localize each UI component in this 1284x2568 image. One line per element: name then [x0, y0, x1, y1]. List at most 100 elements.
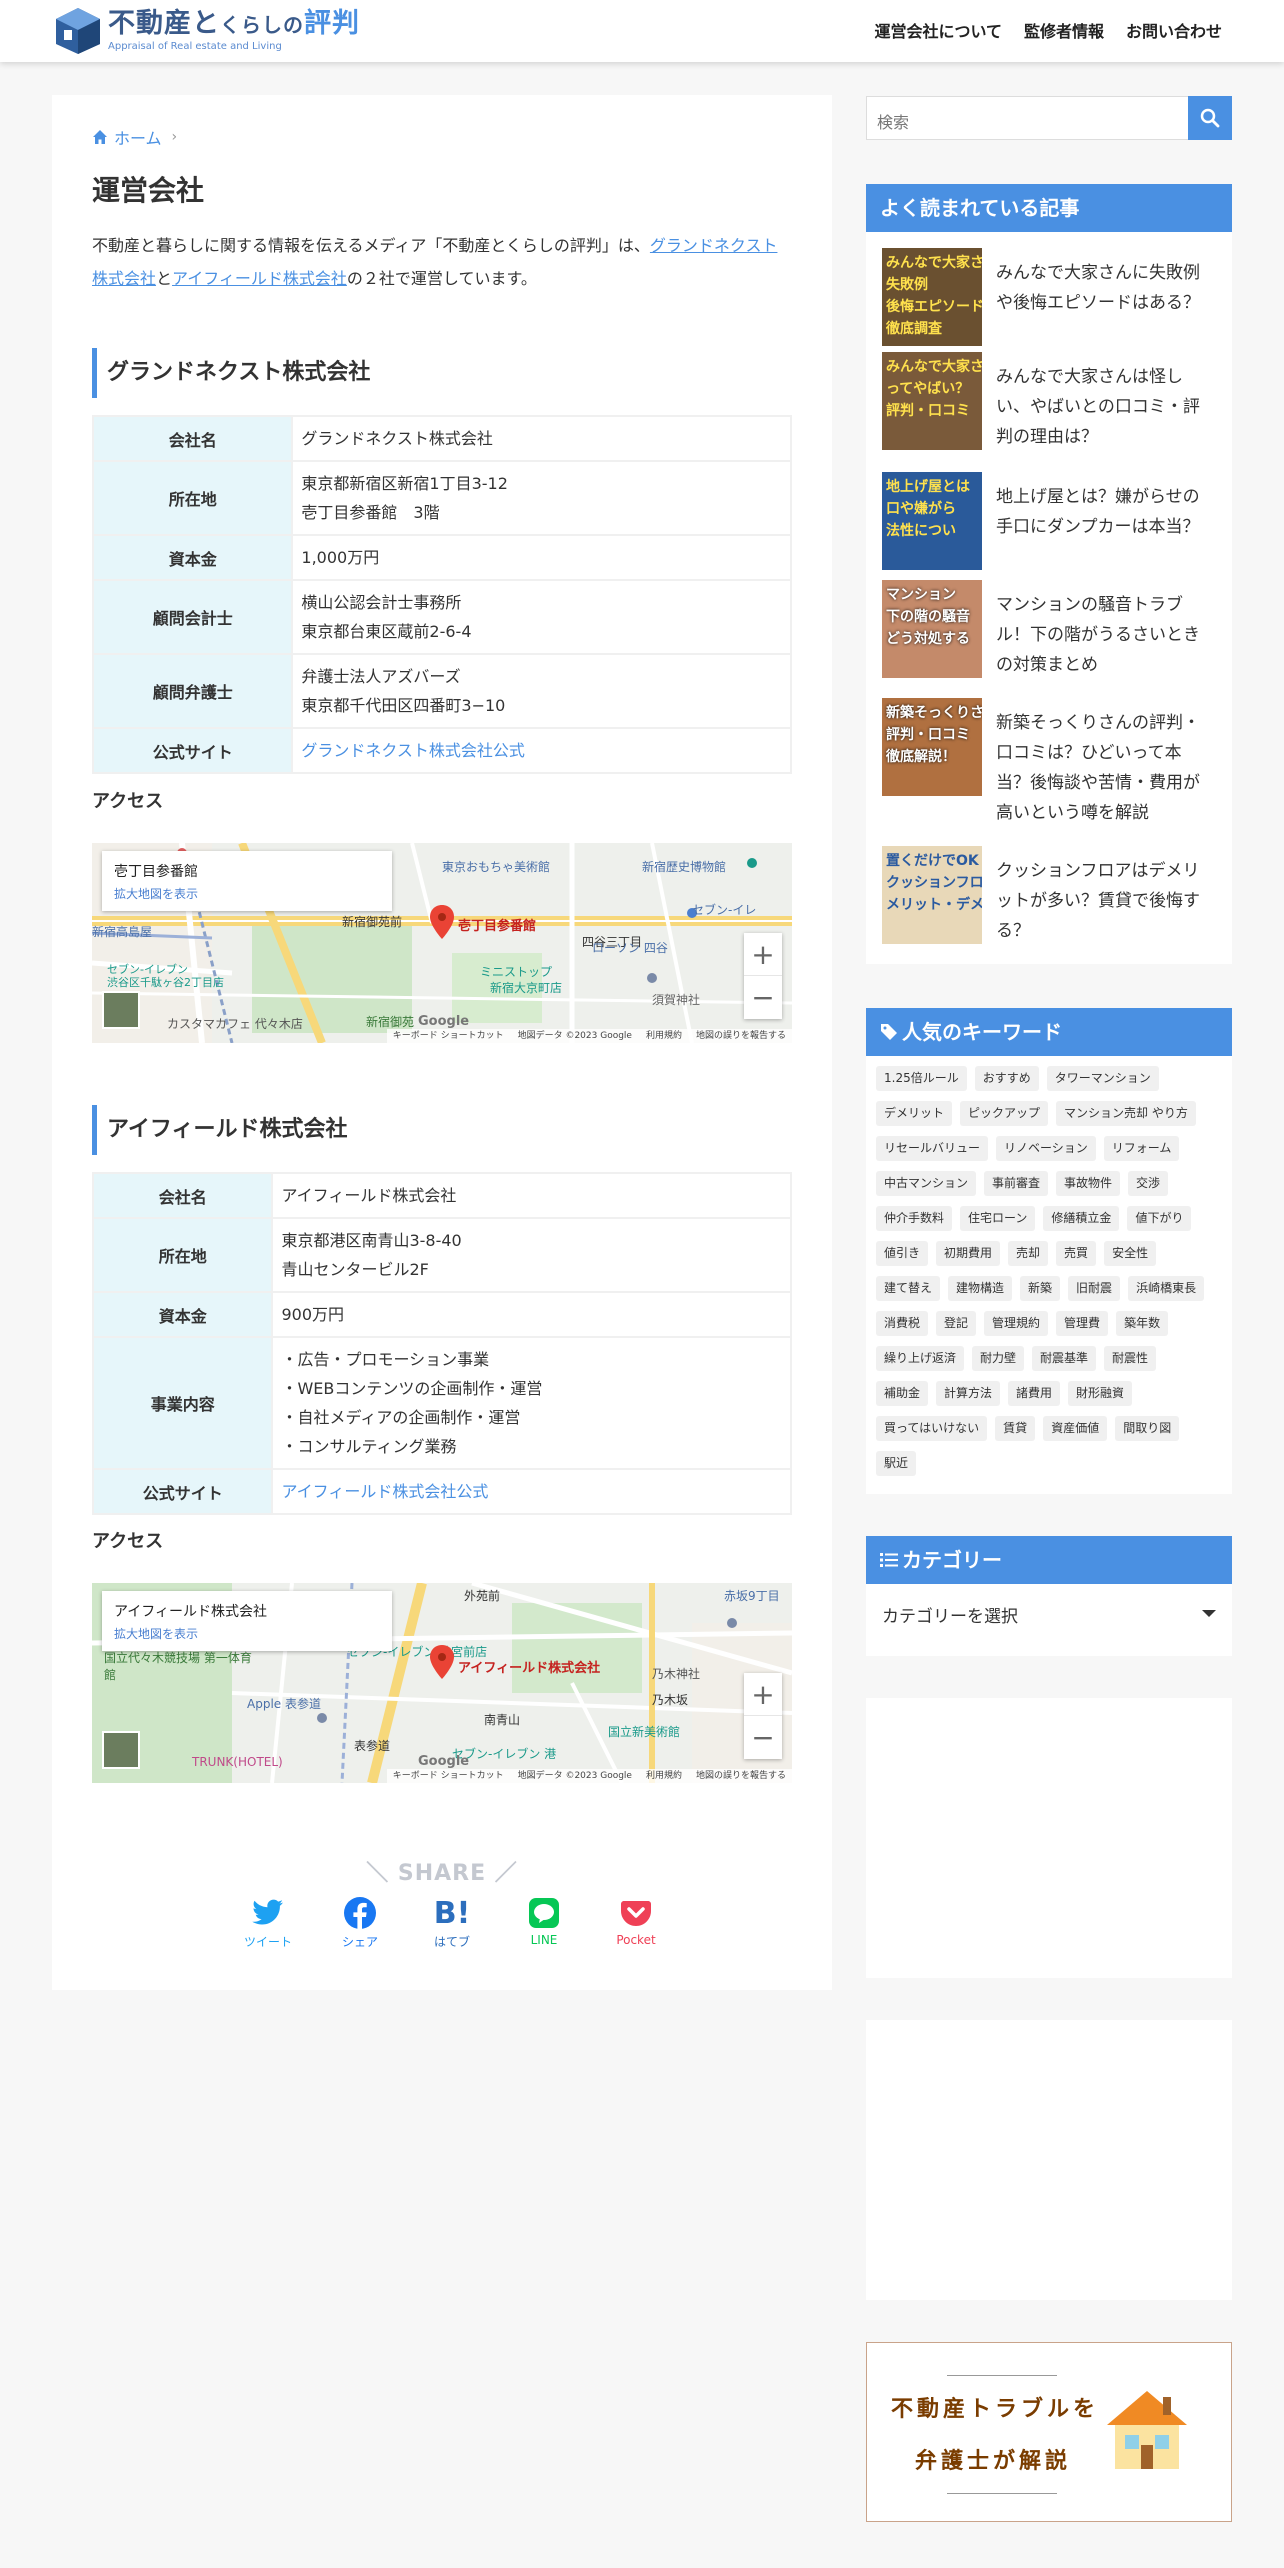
- keyword-tag[interactable]: マンション売却 やり方: [1056, 1101, 1196, 1126]
- keyword-tag[interactable]: リフォーム: [1103, 1136, 1180, 1161]
- map-label: カスタマカフェ 代々木店: [167, 1017, 303, 1031]
- keyword-tag[interactable]: 管理費: [1056, 1311, 1109, 1336]
- keyword-tag[interactable]: リノベーション: [996, 1136, 1096, 1161]
- keyword-tag[interactable]: ピックアップ: [960, 1101, 1049, 1126]
- keyword-tag[interactable]: 交渉: [1128, 1171, 1169, 1196]
- map-pin-icon[interactable]: [430, 1645, 454, 1679]
- main-content: ホーム › 運営会社 不動産と暮らしに関する情報を伝えるメディア「不動産とくらし…: [52, 95, 832, 1990]
- keyword-tag[interactable]: デメリット: [876, 1101, 953, 1126]
- pocket-icon: [621, 1901, 651, 1926]
- thumb-text: みんなで大家さん ってやばい？ 評判・口コミ: [886, 359, 982, 419]
- keyword-tag[interactable]: 駅近: [876, 1451, 917, 1476]
- keyword-tag[interactable]: 修繕積立金: [1043, 1206, 1120, 1231]
- keyword-tag[interactable]: リセールバリュー: [876, 1136, 989, 1161]
- map-place-card: 壱丁目参番館 拡大地図を表示: [102, 851, 392, 911]
- keyword-tag[interactable]: 消費税: [876, 1311, 929, 1336]
- map-satellite-toggle[interactable]: [102, 1731, 140, 1769]
- zoom-in-button[interactable]: +: [744, 1673, 782, 1716]
- keyboard-shortcuts-link[interactable]: キーボード ショートカット: [393, 1769, 504, 1783]
- search-icon: [1200, 108, 1220, 128]
- category-select[interactable]: カテゴリーを選択: [882, 1602, 1216, 1627]
- map-pin-icon[interactable]: [430, 905, 454, 939]
- map-enlarge-link[interactable]: 拡大地図を表示: [114, 1625, 380, 1642]
- keyword-tag[interactable]: 初期費用: [936, 1241, 1001, 1266]
- keyword-tag[interactable]: 耐震性: [1104, 1346, 1157, 1371]
- keyword-tag[interactable]: 安全性: [1104, 1241, 1157, 1266]
- keyword-tag[interactable]: 買ってはいけない: [876, 1416, 988, 1441]
- intro-link-ifield[interactable]: アイフィールド株式会社: [172, 269, 347, 288]
- terms-link[interactable]: 利用規約: [646, 1029, 682, 1043]
- keyword-tag[interactable]: 事前審査: [984, 1171, 1049, 1196]
- keyword-tag[interactable]: タワーマンション: [1046, 1066, 1159, 1091]
- category-widget: カテゴリー カテゴリーを選択: [866, 1536, 1232, 1656]
- keywords-heading-text: 人気のキーワード: [902, 1020, 1062, 1044]
- nav-contact[interactable]: お問い合わせ: [1126, 18, 1222, 42]
- keyword-tag[interactable]: 賃貸: [995, 1416, 1036, 1441]
- keyword-tag[interactable]: 新築: [1020, 1276, 1061, 1301]
- map-satellite-toggle[interactable]: [102, 991, 140, 1029]
- keyword-tag[interactable]: 繰り上げ返済: [876, 1346, 965, 1371]
- breadcrumb-home-link[interactable]: ホーム: [114, 125, 162, 149]
- search-button[interactable]: [1188, 96, 1232, 140]
- table-row: 公式サイト アイフィールド株式会社公式: [91, 1468, 792, 1515]
- keyword-tag[interactable]: 値下がり: [1127, 1206, 1192, 1231]
- twitter-share-button[interactable]: ツイート: [232, 1895, 304, 1950]
- site-logo[interactable]: 不動産とくらしの評判 Appraisal of Real estate and …: [54, 4, 360, 58]
- map-label: Apple 表参道: [247, 1697, 321, 1711]
- hatena-share-button[interactable]: B! はてブ: [416, 1895, 488, 1950]
- pocket-share-button[interactable]: Pocket: [600, 1895, 672, 1950]
- keyword-tag[interactable]: 建て替え: [876, 1276, 941, 1301]
- keyword-tag[interactable]: 計算方法: [936, 1381, 1001, 1406]
- map-embed[interactable]: 外苑前 赤坂9丁目 セブン-イレブン 神宮前店 乃木神社 国立代々木競技場 第一…: [92, 1583, 792, 1783]
- map-enlarge-link[interactable]: 拡大地図を表示: [114, 885, 380, 902]
- keyword-tag[interactable]: 売却: [1008, 1241, 1049, 1266]
- search-input[interactable]: 検索: [877, 109, 909, 133]
- map-embed[interactable]: 東京おもちゃ美術館 新宿歴史博物館 新宿御苑前 四谷三丁目 ミニストップ 新宿大…: [92, 843, 792, 1043]
- keyword-tag[interactable]: 値引き: [876, 1241, 929, 1266]
- keyword-tag[interactable]: おすすめ: [974, 1066, 1039, 1091]
- nav-supervisor[interactable]: 監修者情報: [1024, 18, 1104, 42]
- keyword-tag[interactable]: 資産価値: [1043, 1416, 1108, 1441]
- zoom-in-button[interactable]: +: [744, 933, 782, 976]
- keyword-tag[interactable]: 建物構造: [948, 1276, 1013, 1301]
- keyword-tag[interactable]: 旧耐震: [1068, 1276, 1121, 1301]
- terms-link[interactable]: 利用規約: [646, 1769, 682, 1783]
- keyword-tag[interactable]: 間取り図: [1115, 1416, 1180, 1441]
- row-value: 900万円: [271, 1291, 792, 1338]
- keyword-tag[interactable]: 仲介手数料: [876, 1206, 953, 1231]
- keyword-tag[interactable]: 耐力壁: [972, 1346, 1025, 1371]
- keyword-tag[interactable]: 1.25倍ルール: [876, 1066, 967, 1091]
- report-error-link[interactable]: 地図の誤りを報告する: [696, 1769, 786, 1783]
- facebook-share-button[interactable]: シェア: [324, 1895, 396, 1950]
- facebook-icon: [344, 1897, 376, 1929]
- row-label: 所在地: [91, 1217, 274, 1293]
- map-place-card: アイフィールド株式会社 拡大地図を表示: [102, 1591, 392, 1651]
- map-label: セブン-イレ: [692, 903, 757, 917]
- official-site-link[interactable]: アイフィールド株式会社公式: [281, 1482, 488, 1501]
- keyword-tag[interactable]: 登記: [936, 1311, 977, 1336]
- twitter-icon: [252, 1899, 283, 1925]
- keyword-tag[interactable]: 浜崎橋東長: [1128, 1276, 1205, 1301]
- keyword-tag[interactable]: 耐震基準: [1032, 1346, 1097, 1371]
- official-site-link[interactable]: グランドネクスト株式会社公式: [301, 741, 525, 760]
- article-title: マンションの騒音トラブル！下の階がうるさいときの対策まとめ: [996, 595, 1200, 675]
- lawyer-banner[interactable]: 不動産トラブルを 弁護士が解説: [866, 2342, 1232, 2522]
- zoom-out-button[interactable]: −: [744, 976, 782, 1019]
- report-error-link[interactable]: 地図の誤りを報告する: [696, 1029, 786, 1043]
- keyword-tag[interactable]: 事故物件: [1056, 1171, 1121, 1196]
- keyboard-shortcuts-link[interactable]: キーボード ショートカット: [393, 1029, 504, 1043]
- keyword-tag[interactable]: 売買: [1056, 1241, 1097, 1266]
- article-thumbnail: 地上げ屋とは 口や嫌がら 法性につい: [882, 472, 982, 570]
- keyword-tag[interactable]: 補助金: [876, 1381, 929, 1406]
- article-thumbnail: マンション 下の階の騒音 どう対処する: [882, 580, 982, 678]
- keyword-tag[interactable]: 中古マンション: [876, 1171, 977, 1196]
- nav-about-company[interactable]: 運営会社について: [874, 18, 1002, 42]
- keyword-tag[interactable]: 築年数: [1116, 1311, 1169, 1336]
- keyword-tag[interactable]: 財形融資: [1068, 1381, 1133, 1406]
- zoom-out-button[interactable]: −: [744, 1716, 782, 1759]
- keyword-tag[interactable]: 管理規約: [984, 1311, 1049, 1336]
- line-share-button[interactable]: LINE: [508, 1895, 580, 1950]
- keyword-tag[interactable]: 諸費用: [1008, 1381, 1061, 1406]
- keyword-tag[interactable]: 住宅ローン: [960, 1206, 1036, 1231]
- map-label: 新宿御苑: [366, 1015, 415, 1029]
